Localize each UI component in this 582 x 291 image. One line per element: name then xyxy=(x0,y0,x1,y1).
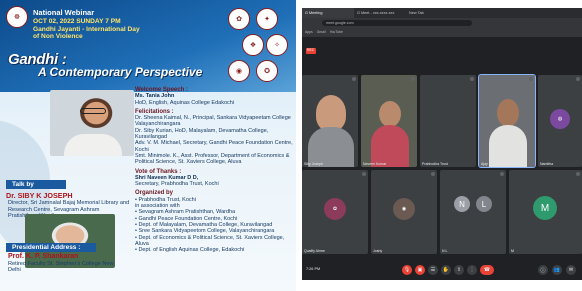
mic-off-icon: 🎙 xyxy=(403,267,411,273)
participant-name: M xyxy=(511,249,514,253)
speaker2-description: Retired Faculty St. Stephen's College Ne… xyxy=(8,261,114,274)
felicitation-item: Smt. Minimole. K., Asst. Professor, Depa… xyxy=(135,152,290,166)
hand-icon: ✋ xyxy=(442,267,450,273)
meeting-time: 7:26 PM xyxy=(306,267,321,271)
url-field[interactable]: meet.google.com xyxy=(322,20,472,26)
participant-tile[interactable]: M M xyxy=(509,170,582,254)
participant-name: Prabhodha Trust xyxy=(422,162,448,166)
browser-tab[interactable]: G Meet - xxx-xxxx-xxx xyxy=(354,8,406,18)
participant-tile[interactable]: Naveen Kumar xyxy=(361,75,417,167)
speaker1-name: Dr. SIBY K JOSEPH xyxy=(6,191,73,200)
browser-tab-bar: G Meeting G Meet - xxx-xxxx-xxx New Tab xyxy=(302,8,582,18)
more-icon: ⋮ xyxy=(469,267,475,273)
mic-icon xyxy=(529,77,533,81)
glasses-icon xyxy=(80,108,106,114)
organizer-item: • Dept. of Economics & Political Science… xyxy=(135,234,285,247)
participant-avatar: ◉ xyxy=(393,198,415,220)
participant-name: Naveen Kumar xyxy=(363,162,387,166)
bookmark-item[interactable]: Gmail xyxy=(317,30,326,35)
participant-video xyxy=(497,99,519,127)
organizer-logo: ✿ xyxy=(228,8,250,30)
felicitation-item: Adv. V. M. Michael, Secretary, Gandhi Pe… xyxy=(135,140,293,153)
participant-avatar: ◍ xyxy=(550,109,570,129)
webinar-date: OCT 02, 2022 SUNDAY 7 PM Gandhi Jayanti -… xyxy=(33,18,140,40)
participant-name: Siby Joseph xyxy=(304,162,324,166)
participant-name: Ajay xyxy=(481,162,488,166)
people-button[interactable]: 👥 xyxy=(552,265,562,275)
participant-avatar: ✿ xyxy=(324,198,346,220)
recording-badge: REC xyxy=(306,48,316,54)
camera-toggle-button[interactable]: ▣ xyxy=(415,265,425,275)
mic-icon xyxy=(470,77,474,81)
bookmarks-bar: Apps Gmail YouTube xyxy=(302,28,582,37)
camera-off-icon: ▣ xyxy=(417,267,423,273)
mic-icon xyxy=(411,77,415,81)
info-icon: ⓘ xyxy=(540,267,546,274)
mic-icon xyxy=(352,77,356,81)
poster-sub-title: A Contemporary Perspective xyxy=(38,65,203,79)
present-button[interactable]: ⇪ xyxy=(454,265,464,275)
participant-tile[interactable]: ✿ Qualify Ahme xyxy=(302,170,368,254)
mic-toggle-button[interactable]: 🎙 xyxy=(402,265,412,275)
people-icon: 👥 xyxy=(553,267,561,273)
organizer-item: • Sree Sankara Vidyapeetom College, Vala… xyxy=(135,228,275,235)
organizer-logo: ✧ xyxy=(266,34,288,56)
browser-tab[interactable]: New Tab xyxy=(406,8,458,18)
participant-name: Namitha xyxy=(540,162,554,166)
mic-icon xyxy=(576,77,580,81)
leave-call-button[interactable]: ☎ xyxy=(480,265,494,275)
participant-tile[interactable]: Ajay xyxy=(478,74,536,168)
browser-tab[interactable]: G Meeting xyxy=(302,8,354,18)
participant-tile[interactable]: N L N L xyxy=(440,170,506,254)
organizer-logo: ✪ xyxy=(256,60,278,82)
organizer-logo: ❖ xyxy=(242,34,264,56)
mic-icon xyxy=(362,172,366,176)
info-button[interactable]: ⓘ xyxy=(538,265,548,275)
mic-icon xyxy=(500,172,504,176)
speaker-photo xyxy=(50,90,134,156)
participant-tile[interactable]: ◉ Joshy xyxy=(371,170,437,254)
mic-icon xyxy=(431,172,435,176)
webinar-title: National Webinar xyxy=(33,8,95,17)
participant-tile[interactable]: Prabhodha Trust xyxy=(420,75,476,167)
participant-name: N L xyxy=(442,249,448,253)
presidential-address-label: Presidential Address : xyxy=(6,243,96,252)
participant-avatar: L xyxy=(476,196,492,212)
bookmark-item[interactable]: Apps xyxy=(305,30,313,35)
participant-video xyxy=(379,101,401,127)
raise-hand-button[interactable]: ✋ xyxy=(441,265,451,275)
captions-icon: ☰ xyxy=(430,267,436,273)
felicitation-item: Dr. Siby Kurian, HoD, Malayalam, Devamat… xyxy=(135,127,269,141)
mic-icon xyxy=(576,172,580,176)
chat-button[interactable]: ✉ xyxy=(566,265,576,275)
bookmark-item[interactable]: YouTube xyxy=(330,30,343,35)
participant-video xyxy=(316,95,346,131)
organizer-logo: ✦ xyxy=(256,8,278,30)
more-options-button[interactable]: ⋮ xyxy=(467,265,477,275)
organizer-item: • Dept. of English Aquinas College, Edak… xyxy=(135,247,245,254)
participant-avatar: N xyxy=(454,196,470,212)
participant-avatar: M xyxy=(533,196,557,220)
participant-name: Qualify Ahme xyxy=(304,249,325,253)
speaker2-name: Prof. K. P. Shankaran xyxy=(8,253,79,260)
participant-name: Joshy xyxy=(373,249,383,253)
chat-icon: ✉ xyxy=(568,267,574,273)
organizer-logo: ◉ xyxy=(228,60,250,82)
participant-tile[interactable]: Siby Joseph xyxy=(302,75,358,167)
present-icon: ⇪ xyxy=(456,267,462,273)
phone-end-icon: ☎ xyxy=(483,267,491,273)
participant-tile[interactable]: ◍ Namitha xyxy=(538,75,582,167)
meeting-controls-bar: 7:26 PM 🎙 ▣ ☰ ✋ ⇪ ⋮ ☎ ⓘ 👥 ✉ xyxy=(302,260,582,280)
captions-button[interactable]: ☰ xyxy=(428,265,438,275)
address-bar-row: meet.google.com xyxy=(302,18,582,28)
video-meeting-window: G Meeting G Meet - xxx-xxxx-xxx New Tab … xyxy=(302,8,582,280)
felicitation-item: Dr. Sheena Kaimal, N., Principal, Sankar… xyxy=(135,115,291,128)
organizer-logo: ☸ xyxy=(6,6,28,28)
poster-program-details: Welcome Speech : Ms. Tania John HoD, Eng… xyxy=(135,86,293,253)
webinar-poster: ☸ ✿ ✦ ❖ ✧ ◉ ✪ National Webinar OCT 02, 2… xyxy=(0,0,296,291)
talk-by-label: Talk by xyxy=(6,180,66,189)
